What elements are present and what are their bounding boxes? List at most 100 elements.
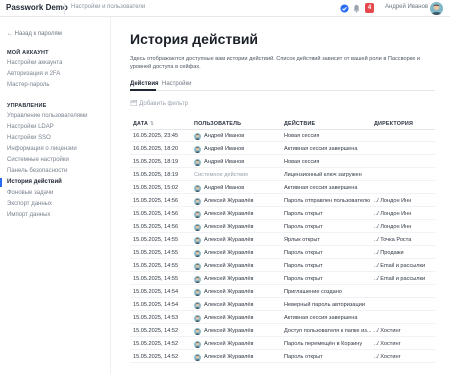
table-row[interactable]: 15.05.2025, 14:55 Алексей Журавлёв Ярлык о…: [130, 235, 435, 246]
avatar: [194, 301, 201, 309]
bell-icon[interactable]: [352, 4, 361, 13]
column-header-date-label: ДАТА: [133, 121, 149, 127]
table-row[interactable]: 15.05.2025, 14:56 Алексей Журавлёв Пароль …: [130, 209, 435, 220]
cell-action: Пароль открыт: [284, 276, 323, 282]
check-circle-icon[interactable]: [340, 4, 349, 13]
app-brand[interactable]: Passwork Demo: [6, 3, 68, 12]
sidebar-item-security-dashboard[interactable]: Панель безопасности: [7, 168, 67, 174]
table-row[interactable]: 15.05.2025, 14:54 Алексей Журавлёв Приглаш…: [130, 287, 435, 298]
sidebar-item-ldap[interactable]: Настройки LDAP: [7, 124, 54, 130]
section-title-my-account: МОЙ АККАУНТ: [7, 50, 49, 56]
active-tab-underline: [130, 89, 156, 91]
cell-date: 15.05.2025, 14:52: [133, 354, 179, 360]
cell-date: 15.05.2025, 14:55: [133, 263, 179, 269]
table-row[interactable]: 16.05.2025, 23:45 Андрей Иванов Новая сесс…: [130, 131, 435, 142]
cell-directory[interactable]: ../ Хостинг: [374, 328, 401, 334]
tab-actions[interactable]: Действия: [130, 81, 159, 87]
table-row[interactable]: 15.05.2025, 18:19 Андрей Иванов Новая сесс…: [130, 157, 435, 168]
cell-directory[interactable]: ../ Продажи: [374, 250, 404, 256]
table-row[interactable]: 15.05.2025, 14:54 Алексей Журавлёв Неверны…: [130, 300, 435, 311]
cell-user: Алексей Журавлёв: [204, 250, 254, 256]
table-row[interactable]: 15.05.2025, 15:02 Андрей Иванов Активная с…: [130, 183, 435, 194]
user-name[interactable]: Андрей Иванов: [385, 4, 428, 10]
add-filter-button[interactable]: 🗂︎ Добавить фильтр: [130, 100, 188, 107]
table-row[interactable]: 15.05.2025, 14:52 Алексей Журавлёв Пароль …: [130, 352, 435, 363]
cell-user: Алексей Журавлёв: [204, 276, 254, 282]
breadcrumb[interactable]: Настройки и пользователи: [71, 4, 145, 10]
cell-directory[interactable]: ../ Хостинг: [374, 341, 401, 347]
column-header-date[interactable]: ДАТА ⇅: [133, 121, 155, 127]
cell-date: 15.05.2025, 14:55: [133, 250, 179, 256]
cell-action: Активная сессия завершена: [284, 185, 358, 191]
table-row[interactable]: 15.05.2025, 14:53 Алексей Журавлёв Активна…: [130, 313, 435, 324]
sidebar-item-background-tasks[interactable]: Фоновые задачи: [7, 190, 53, 196]
avatar: [194, 327, 201, 335]
cell-user: Алексей Журавлёв: [204, 289, 254, 295]
page-title: История действий: [130, 31, 259, 47]
cell-date: 15.05.2025, 18:19: [133, 159, 179, 165]
table-row[interactable]: 16.05.2025, 18:20 Андрей Иванов Активная с…: [130, 144, 435, 155]
main-content: История действий Здесь отображаются дост…: [111, 17, 450, 374]
avatar[interactable]: [430, 2, 443, 15]
table-row[interactable]: 15.05.2025, 14:56 Алексей Журавлёв Пароль …: [130, 222, 435, 233]
avatar: [194, 210, 201, 218]
cell-directory[interactable]: ../ Лондон Инн: [374, 198, 411, 204]
sidebar-item-account-settings[interactable]: Настройки аккаунта: [7, 60, 62, 66]
table-row[interactable]: 15.05.2025, 14:55 Алексей Журавлёв Пароль …: [130, 261, 435, 272]
avatar: [194, 353, 201, 361]
cell-date: 15.05.2025, 14:54: [133, 289, 179, 295]
avatar: [194, 236, 201, 244]
divider: [64, 3, 65, 14]
avatar: [194, 275, 201, 283]
cell-action: Приглашение создано: [284, 289, 342, 295]
sidebar-item-auth-2fa[interactable]: Авторизация и 2FA: [7, 71, 60, 77]
cell-directory[interactable]: ../ Email и рассылки: [374, 276, 425, 282]
cell-user: Алексей Журавлёв: [204, 224, 254, 230]
cell-directory[interactable]: ../ Точка Роста: [374, 237, 411, 243]
add-filter-label: Добавить фильтр: [139, 101, 189, 107]
cell-action: Активная сессия завершена: [284, 315, 358, 321]
cell-user: Андрей Иванов: [204, 146, 245, 152]
notification-badge[interactable]: 4: [365, 3, 374, 13]
sidebar-item-sso[interactable]: Настройки SSO: [7, 135, 51, 141]
cell-directory[interactable]: ../ Email и рассылки: [374, 263, 425, 269]
sidebar-item-user-management[interactable]: Управление пользователями: [7, 113, 88, 119]
table-row[interactable]: 15.05.2025, 14:52 Алексей Журавлёв Пароль …: [130, 339, 435, 350]
sidebar-item-data-import[interactable]: Импорт данных: [7, 212, 50, 218]
cell-user: Алексей Журавлёв: [204, 302, 254, 308]
cell-user: Алексей Журавлёв: [204, 198, 254, 204]
sidebar-item-master-password[interactable]: Мастер-пароль: [7, 82, 50, 88]
tab-settings[interactable]: Настройки: [162, 81, 191, 87]
cell-user: Системное действие: [194, 172, 249, 178]
cell-user: Алексей Журавлёв: [204, 237, 254, 243]
column-header-directory: ДИРЕКТОРИЯ: [374, 121, 414, 127]
sidebar-item-data-export[interactable]: Экспорт данных: [7, 201, 52, 207]
table-row[interactable]: 15.05.2025, 18:19 Системное действие Лицен…: [130, 170, 435, 181]
cell-user: Алексей Журавлёв: [204, 315, 254, 321]
cell-action: Новая сессия: [284, 133, 320, 139]
avatar: [194, 145, 201, 153]
avatar: [194, 184, 201, 192]
avatar: [194, 314, 201, 322]
tab-bar: Действия Настройки: [130, 79, 435, 91]
cell-action: Пароль открыт: [284, 354, 323, 360]
table-row[interactable]: 15.05.2025, 14:52 Алексей Журавлёв Доступ …: [130, 326, 435, 337]
cell-directory[interactable]: ../ Лондон Инн: [374, 211, 411, 217]
cell-user: Алексей Журавлёв: [204, 211, 254, 217]
avatar: [194, 249, 201, 257]
cell-date: 15.05.2025, 14:55: [133, 276, 179, 282]
column-header-action: ДЕЙСТВИЕ: [284, 121, 316, 127]
table-row[interactable]: 15.05.2025, 14:55 Алексей Журавлёв Пароль …: [130, 248, 435, 259]
back-to-passwords-link[interactable]: ← Назад к паролям: [7, 31, 62, 37]
cell-directory[interactable]: ../ Хостинг: [374, 354, 401, 360]
sidebar: ← Назад к паролям МОЙ АККАУНТ Настройки …: [0, 17, 111, 374]
avatar: [194, 340, 201, 348]
sidebar-item-system-settings[interactable]: Системные настройки: [7, 157, 69, 163]
cell-directory[interactable]: ../ Лондон Инн: [374, 224, 411, 230]
sidebar-item-license[interactable]: Информация о лицензии: [7, 146, 77, 152]
cell-action: Лицензионный ключ загружен: [284, 172, 362, 178]
sidebar-item-activity-log[interactable]: История действий: [7, 179, 62, 185]
table-row[interactable]: 15.05.2025, 14:56 Алексей Журавлёв Пароль …: [130, 196, 435, 207]
table-row[interactable]: 15.05.2025, 14:55 Алексей Журавлёв Пароль …: [130, 274, 435, 285]
cell-action: Пароль открыт: [284, 263, 323, 269]
